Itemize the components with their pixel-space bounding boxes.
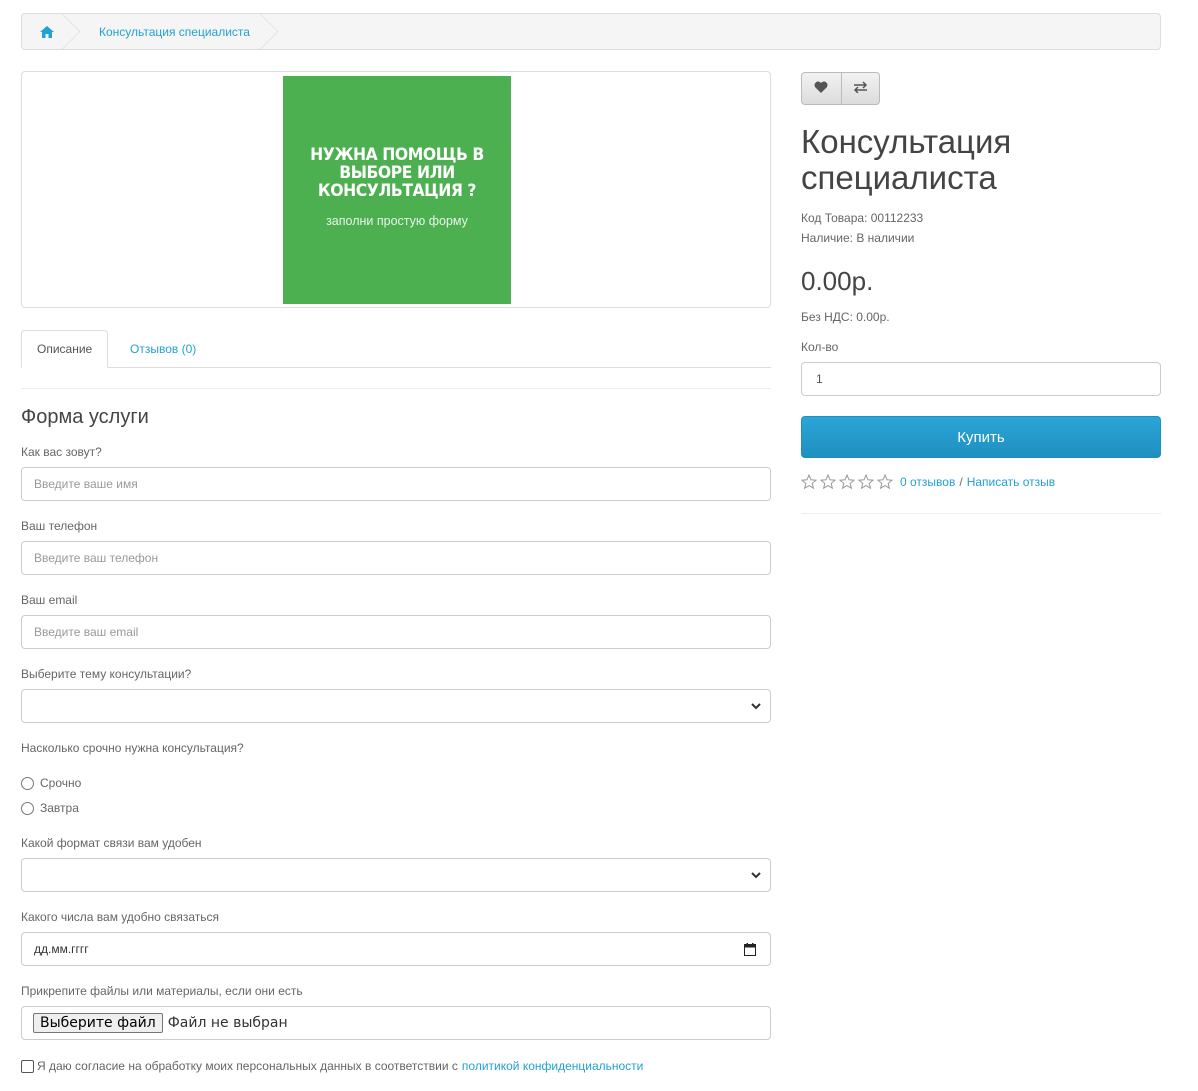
promo-title: НУЖНА ПОМОЩЬ В ВЫБОРЕ ИЛИ КОНСУЛЬТАЦИЯ ?	[310, 145, 484, 201]
wishlist-button[interactable]	[802, 73, 841, 104]
star-empty-icon	[801, 474, 817, 489]
file-status: Файл не выбран	[167, 1015, 288, 1031]
form-title: Форма услуги	[21, 406, 149, 428]
radio-label: Срочно	[40, 776, 82, 790]
breadcrumb: Консультация специалиста	[21, 13, 1161, 50]
urgency-label: Насколько срочно нужна консультация?	[21, 741, 244, 755]
choose-file-button[interactable]: Выберите файл	[33, 1013, 163, 1033]
qty-label: Кол-во	[801, 340, 839, 354]
star-empty-icon	[839, 474, 855, 489]
home-icon	[40, 25, 54, 38]
tab-description[interactable]: Описание	[21, 330, 109, 368]
email-label: Ваш email	[21, 593, 78, 607]
chevron-down-icon	[750, 869, 762, 884]
separator: /	[959, 474, 963, 489]
consent-text: Я даю согласие на обработку моих персона…	[37, 1059, 458, 1073]
promo-subtitle: заполни простую форму	[326, 214, 468, 228]
urgency-option-urgent[interactable]: Срочно	[21, 776, 81, 790]
quantity-value: 1	[816, 372, 823, 386]
tab-reviews[interactable]: Отзывов (0)	[115, 330, 211, 368]
product-image-box: НУЖНА ПОМОЩЬ В ВЫБОРЕ ИЛИ КОНСУЛЬТАЦИЯ ?…	[21, 71, 771, 308]
email-input[interactable]: Введите ваш email	[21, 615, 771, 649]
urgency-option-tomorrow[interactable]: Завтра	[21, 801, 79, 815]
radio-button[interactable]	[21, 776, 34, 790]
product-code: Код Товара: 00112233	[801, 211, 924, 225]
name-label: Как вас зовут?	[21, 445, 102, 459]
files-label: Прикрепите файлы или материалы, если они…	[21, 984, 303, 998]
buy-button[interactable]: Купить	[801, 416, 1161, 458]
name-input[interactable]: Введите ваше имя	[21, 467, 771, 501]
name-placeholder: Введите ваше имя	[34, 477, 138, 491]
rating-stars	[801, 474, 896, 489]
product-price: 0.00р.	[801, 266, 874, 296]
product-action-buttons	[801, 72, 880, 105]
date-input[interactable]: дд.мм.гггг	[21, 932, 771, 966]
exchange-icon	[853, 81, 868, 96]
product-image[interactable]: НУЖНА ПОМОЩЬ В ВЫБОРЕ ИЛИ КОНСУЛЬТАЦИЯ ?…	[283, 76, 511, 304]
star-empty-icon	[877, 474, 893, 489]
heart-icon	[814, 81, 828, 96]
date-placeholder: дд.мм.гггг	[34, 942, 89, 956]
phone-input[interactable]: Введите ваш телефон	[21, 541, 771, 575]
star-empty-icon	[858, 474, 874, 489]
topic-label: Выберите тему консультации?	[21, 667, 192, 681]
format-select[interactable]	[21, 858, 771, 892]
consent-row: Я даю согласие на обработку моих персона…	[21, 1059, 643, 1073]
email-placeholder: Введите ваш email	[34, 625, 139, 639]
quantity-input[interactable]: 1	[801, 362, 1161, 396]
breadcrumb-home[interactable]	[22, 14, 68, 49]
format-label: Какой формат связи вам удобен	[21, 836, 202, 850]
write-review-link[interactable]: Написать отзыв	[967, 475, 1055, 489]
reviews-link[interactable]: 0 отзывов	[900, 475, 955, 489]
phone-label: Ваш телефон	[21, 519, 98, 533]
file-input[interactable]: Выберите файл Файл не выбран	[21, 1006, 771, 1040]
compare-button[interactable]	[840, 73, 880, 104]
product-availability: Наличие: В наличии	[801, 231, 915, 245]
chevron-down-icon	[750, 700, 762, 715]
product-title: Консультация специалиста	[801, 123, 1012, 196]
privacy-policy-link[interactable]: политикой конфиденциальности	[462, 1059, 643, 1073]
divider	[801, 513, 1161, 514]
star-empty-icon	[820, 474, 836, 489]
divider	[21, 388, 771, 389]
consent-checkbox[interactable]	[21, 1059, 34, 1073]
calendar-icon[interactable]	[744, 943, 756, 959]
phone-placeholder: Введите ваш телефон	[34, 551, 159, 565]
product-tabs: Описание Отзывов (0)	[21, 330, 771, 368]
rating-row: 0 отзывов / Написать отзыв	[801, 474, 1055, 489]
price-ex-tax: Без НДС: 0.00р.	[801, 310, 890, 324]
topic-select[interactable]	[21, 689, 771, 723]
radio-label: Завтра	[40, 801, 79, 815]
breadcrumb-item[interactable]: Консультация специалиста	[68, 14, 266, 49]
date-label: Какого числа вам удобно связаться	[21, 910, 219, 924]
radio-button[interactable]	[21, 801, 34, 815]
